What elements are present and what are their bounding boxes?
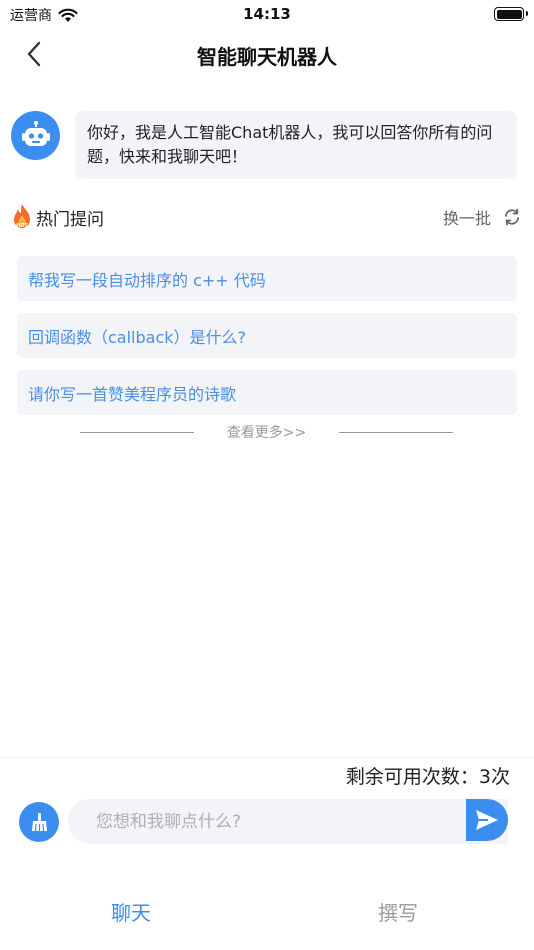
page-title: 智能聊天机器人 bbox=[197, 45, 337, 69]
hot-questions-header: HOT 热门提问 换一批 bbox=[11, 202, 521, 232]
hot-questions-title: 热门提问 bbox=[36, 209, 104, 230]
refresh-batch-button[interactable]: 换一批 bbox=[443, 205, 521, 229]
suggested-question-1[interactable]: 帮我写一段自动排序的 c++ 代码 bbox=[17, 256, 517, 301]
suggested-question-3[interactable]: 请你写一首赞美程序员的诗歌 bbox=[17, 370, 517, 415]
bot-message: 你好，我是人工智能Chat机器人，我可以回答你所有的问题，快来和我聊天吧！ bbox=[11, 111, 521, 179]
status-bar: 运营商 14:13 bbox=[0, 0, 534, 28]
robot-icon bbox=[21, 120, 50, 146]
chat-input[interactable] bbox=[96, 799, 456, 844]
send-button[interactable] bbox=[466, 799, 508, 841]
divider-line-left bbox=[80, 431, 194, 433]
nav-bar: 智能聊天机器人 bbox=[0, 28, 534, 80]
tab-chat[interactable]: 聊天 bbox=[111, 897, 151, 926]
footer-divider bbox=[0, 757, 534, 758]
refresh-label: 换一批 bbox=[442, 209, 491, 228]
divider-line-right bbox=[339, 431, 453, 433]
chat-input-container bbox=[68, 799, 508, 844]
tab-write[interactable]: 撰写 bbox=[378, 897, 418, 926]
remaining-count: 剩余可用次数：3次 bbox=[345, 766, 510, 788]
view-more-link[interactable]: 查看更多>> bbox=[227, 422, 306, 442]
suggested-question-2[interactable]: 回调函数（callback）是什么? bbox=[17, 313, 517, 358]
refresh-icon bbox=[505, 208, 519, 226]
battery-icon bbox=[494, 7, 528, 21]
bot-avatar bbox=[11, 111, 60, 160]
hot-badge-text: HOT bbox=[16, 223, 28, 229]
greeting-bubble: 你好，我是人工智能Chat机器人，我可以回答你所有的问题，快来和我聊天吧！ bbox=[75, 111, 517, 179]
status-time: 14:13 bbox=[243, 5, 291, 23]
clear-chat-button[interactable] bbox=[19, 802, 59, 842]
tab-bar: 聊天 撰写 bbox=[0, 880, 534, 940]
view-more-row: 查看更多>> bbox=[80, 421, 453, 443]
broom-icon bbox=[32, 813, 47, 832]
fire-hot-icon: HOT bbox=[14, 204, 30, 229]
send-icon bbox=[476, 810, 498, 830]
